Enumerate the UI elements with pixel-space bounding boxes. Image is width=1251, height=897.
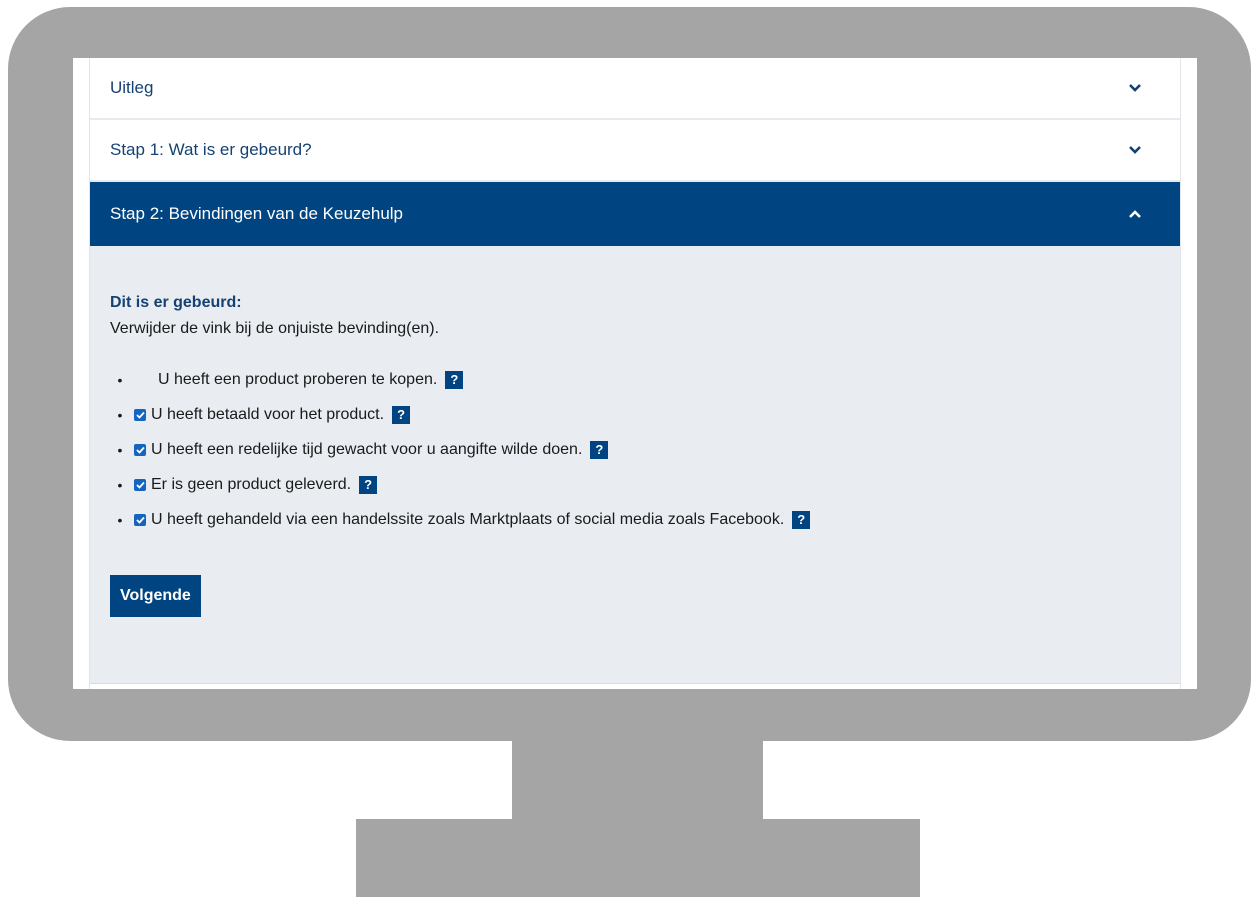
list-item: • Er is geen product geleverd. ? [110, 467, 1160, 502]
bullet: • [117, 441, 123, 458]
checkbox-checked-icon [135, 481, 145, 489]
list-item: • U heeft gehandeld via een handelssite … [110, 502, 1160, 537]
help-icon[interactable]: ? [792, 510, 811, 529]
monitor-screen: Uitleg Stap 1: Wat is er gebeurd? Stap 2… [73, 58, 1197, 689]
list-item: • U heeft betaald voor het product. ? [110, 397, 1160, 432]
accordion-title: Stap 1: Wat is er gebeurd? [110, 140, 312, 159]
bullet: • [117, 476, 123, 493]
checkbox-checked-icon [135, 446, 145, 454]
help-icon[interactable]: ? [590, 440, 609, 459]
monitor-neck [512, 738, 763, 822]
findings-list: • U heeft een product proberen te kopen.… [110, 362, 1160, 537]
finding-text: U heeft gehandeld via een handelssite zo… [151, 510, 785, 528]
finding-text: U heeft een redelijke tijd gewacht voor … [151, 440, 583, 458]
finding-checkbox[interactable] [134, 478, 146, 491]
finding-text: U heeft een product proberen te kopen. [158, 370, 438, 388]
monitor-base [356, 819, 920, 897]
accordion-header-stap-2[interactable]: Stap 2: Bevindingen van de Keuzehulp [90, 182, 1180, 246]
bullet: • [117, 371, 123, 388]
bullet: • [117, 406, 123, 423]
accordion-title: Stap 2: Bevindingen van de Keuzehulp [110, 204, 404, 223]
findings-instruction: Verwijder de vink bij de onjuiste bevind… [110, 320, 440, 337]
help-icon[interactable]: ? [359, 475, 378, 494]
chevron-up-icon [1126, 205, 1144, 223]
list-item: • U heeft een product proberen te kopen.… [110, 362, 1160, 397]
help-icon[interactable]: ? [445, 370, 464, 389]
next-button[interactable]: Volgende [110, 575, 201, 617]
checkbox-checked-icon [135, 411, 145, 419]
finding-checkbox[interactable] [134, 443, 146, 456]
checkbox-checked-icon [135, 516, 145, 524]
finding-text: U heeft betaald voor het product. [151, 405, 385, 423]
accordion-header-stap-1[interactable]: Stap 1: Wat is er gebeurd? [90, 120, 1180, 182]
chevron-down-icon [1126, 79, 1144, 97]
finding-text: Er is geen product geleverd. [151, 475, 352, 493]
accordion: Uitleg Stap 1: Wat is er gebeurd? Stap 2… [89, 58, 1181, 689]
finding-checkbox[interactable] [134, 408, 146, 421]
help-icon[interactable]: ? [392, 405, 411, 424]
bullet: • [117, 511, 123, 528]
chevron-down-icon [1126, 141, 1144, 159]
finding-checkbox[interactable] [134, 513, 146, 526]
finding-checkbox[interactable] [134, 374, 146, 386]
list-item: • U heeft een redelijke tijd gewacht voo… [110, 432, 1160, 467]
accordion-panel-stap-2: Dit is er gebeurd: Verwijder de vink bij… [90, 246, 1180, 684]
accordion-header-uitleg[interactable]: Uitleg [90, 58, 1180, 120]
accordion-title: Uitleg [110, 78, 154, 97]
findings-heading: Dit is er gebeurd: [110, 294, 242, 311]
